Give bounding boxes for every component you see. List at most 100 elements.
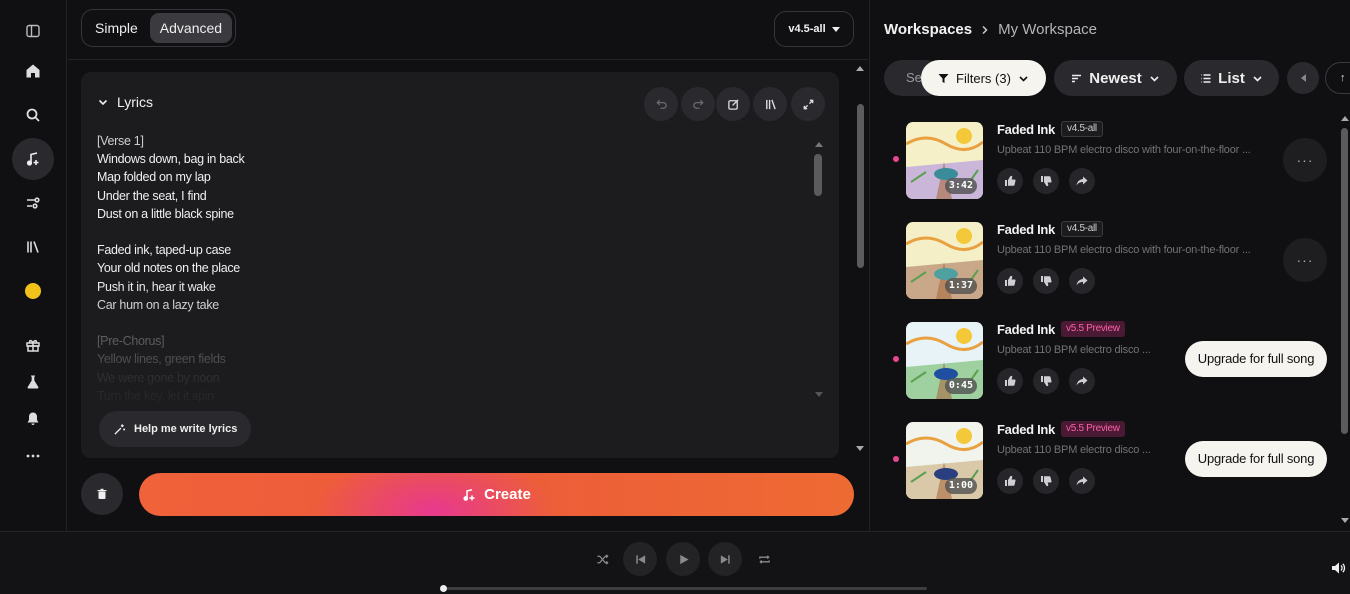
song-row[interactable]: 0:45 Faded Ink v5.5 Preview Upbeat 110 BPM … [870, 321, 1350, 422]
song-row[interactable]: 1:00 Faded Ink v5.5 Preview Upbeat 110 BPM … [870, 421, 1350, 522]
volume-icon[interactable] [1330, 560, 1346, 576]
song-title[interactable]: Faded Ink [997, 322, 1055, 337]
upgrade-button[interactable]: Upgrade for full song [1185, 441, 1327, 477]
studio-icon[interactable] [12, 182, 54, 224]
app-root: Simple Advanced v4.5-all Lyrics [Verse 1… [0, 0, 1350, 594]
upload-button[interactable]: ↑ [1325, 62, 1350, 94]
lyrics-scroll-up-arrow[interactable] [815, 142, 823, 147]
panel-scrollbar[interactable] [857, 104, 864, 268]
song-row[interactable]: 1:37 Faded Ink v4.5-all Upbeat 110 BPM elec… [870, 221, 1350, 322]
share-button[interactable] [1069, 268, 1095, 294]
dislike-button[interactable] [1033, 468, 1059, 494]
like-button[interactable] [997, 468, 1023, 494]
breadcrumb-workspaces[interactable]: Workspaces [884, 21, 972, 38]
help-write-lyrics-button[interactable]: Help me write lyrics [99, 411, 252, 447]
lyrics-textarea[interactable]: [Verse 1] Windows down, bag in back Map fo… [97, 132, 797, 402]
song-title[interactable]: Faded Ink [997, 122, 1055, 137]
lyrics-scroll-down-arrow[interactable] [815, 392, 823, 397]
mode-simple-tab[interactable]: Simple [85, 13, 148, 43]
like-button[interactable] [997, 368, 1023, 394]
upgrade-button[interactable]: Upgrade for full song [1185, 341, 1327, 377]
filters-label: Filters (3) [956, 70, 1011, 86]
dislike-button[interactable] [1033, 368, 1059, 394]
sort-dropdown[interactable]: Newest [1054, 60, 1177, 96]
list-scrollbar[interactable] [1341, 128, 1348, 434]
thumbs-up-icon [1005, 275, 1016, 286]
redo-button[interactable] [681, 87, 715, 121]
like-button[interactable] [997, 168, 1023, 194]
labs-icon[interactable] [12, 361, 54, 403]
list-scroll-down-arrow[interactable] [1341, 518, 1349, 523]
song-row[interactable]: 3:42 Faded Ink v4.5-all Upbeat 110 BPM elec… [870, 121, 1350, 222]
mode-advanced-tab[interactable]: Advanced [149, 13, 233, 43]
like-button[interactable] [997, 268, 1023, 294]
progress-bar[interactable] [440, 585, 927, 592]
model-version-dropdown[interactable]: v4.5-all [774, 11, 854, 47]
song-thumbnail[interactable]: 0:45 [906, 322, 983, 399]
breadcrumb-current[interactable]: My Workspace [998, 21, 1097, 38]
skip-forward-icon [720, 554, 730, 564]
panel-scroll-down-arrow[interactable] [856, 446, 864, 451]
player-bar [0, 531, 1350, 594]
trash-icon [97, 488, 107, 499]
more-icon[interactable] [12, 435, 54, 477]
filters-button[interactable]: Filters (3) [921, 60, 1046, 96]
song-title[interactable]: Faded Ink [997, 422, 1055, 437]
scroll-left-button[interactable] [1287, 62, 1319, 94]
dislike-button[interactable] [1033, 168, 1059, 194]
dislike-button[interactable] [1033, 268, 1059, 294]
credits-indicator[interactable] [12, 270, 54, 312]
magic-wand-icon [114, 423, 126, 435]
lyrics-header[interactable]: Lyrics [97, 94, 153, 110]
create-button[interactable]: Create [139, 473, 854, 516]
expand-lyrics-button[interactable] [791, 87, 825, 121]
divider [68, 59, 868, 60]
create-label: Create [484, 486, 531, 503]
expand-icon [803, 99, 813, 109]
create-music-icon[interactable] [12, 138, 54, 180]
lyrics-library-button[interactable] [753, 87, 787, 121]
play-button[interactable] [666, 542, 700, 576]
song-title[interactable]: Faded Ink [997, 222, 1055, 237]
view-label: List [1218, 69, 1245, 87]
search-icon[interactable] [12, 94, 54, 136]
notifications-icon[interactable] [12, 398, 54, 440]
lyrics-line: Map folded on my lap [97, 170, 211, 185]
edit-lyrics-button[interactable] [716, 87, 750, 121]
sidebar-toggle-icon[interactable] [12, 10, 54, 52]
song-duration: 1:37 [944, 278, 977, 294]
view-dropdown[interactable]: List [1184, 60, 1279, 96]
song-options-button[interactable]: ··· [1283, 238, 1327, 282]
chevron-down-icon [98, 99, 108, 106]
progress-handle[interactable] [440, 585, 447, 592]
panel-scroll-up-arrow[interactable] [856, 66, 864, 71]
song-thumbnail[interactable]: 1:00 [906, 422, 983, 499]
song-thumbnail[interactable]: 1:37 [906, 222, 983, 299]
list-scroll-up-arrow[interactable] [1341, 116, 1349, 121]
left-rail [0, 0, 67, 531]
library-icon[interactable] [12, 226, 54, 268]
play-icon [679, 554, 689, 564]
home-icon[interactable] [12, 50, 54, 92]
song-thumbnail[interactable]: 3:42 [906, 122, 983, 199]
repeat-icon [758, 554, 770, 564]
model-badge: v4.5-all [1061, 221, 1103, 237]
help-write-lyrics-label: Help me write lyrics [134, 423, 238, 435]
lyrics-line: Your old notes on the place [97, 261, 240, 276]
shuffle-button[interactable] [585, 542, 619, 576]
clear-button[interactable] [81, 473, 123, 515]
caret-down-icon [831, 26, 840, 32]
share-arrow-icon [1076, 276, 1088, 286]
share-button[interactable] [1069, 368, 1095, 394]
gift-icon[interactable] [12, 324, 54, 366]
lyrics-line: Yellow lines, green fields [97, 352, 226, 367]
lyrics-card: Lyrics [Verse 1] Windows down, bag in bac… [81, 72, 839, 458]
share-button[interactable] [1069, 168, 1095, 194]
next-button[interactable] [708, 542, 742, 576]
lyrics-scrollbar[interactable] [814, 154, 822, 196]
previous-button[interactable] [623, 542, 657, 576]
song-options-button[interactable]: ··· [1283, 138, 1327, 182]
undo-button[interactable] [644, 87, 678, 121]
repeat-button[interactable] [747, 542, 781, 576]
share-button[interactable] [1069, 468, 1095, 494]
